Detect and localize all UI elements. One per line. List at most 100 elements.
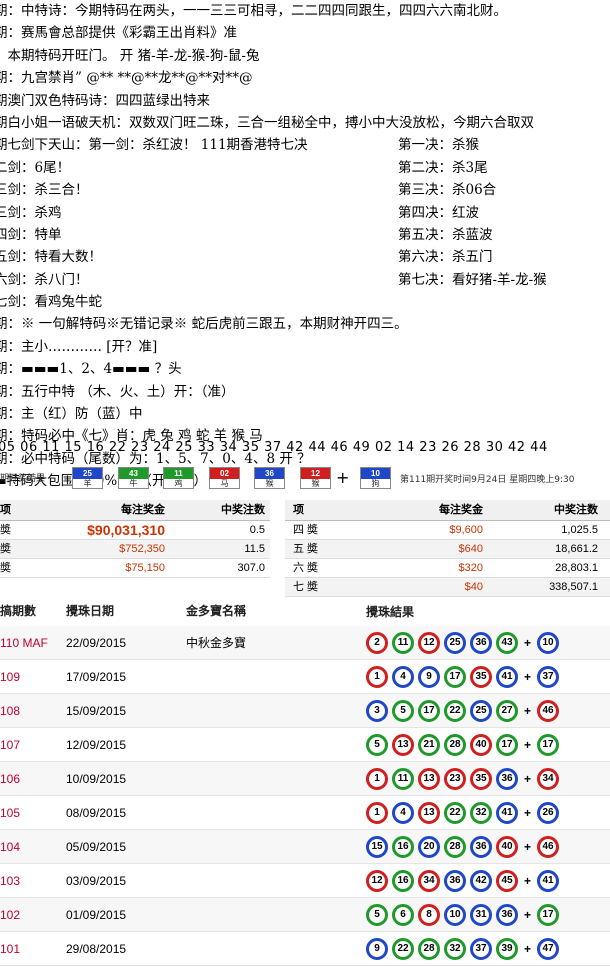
col-header-count: 中奖注数 [554, 504, 598, 516]
prediction-line: 期：主小………… [开？准] [0, 338, 158, 355]
prize-name: 奬 [0, 543, 11, 555]
prize-amount: $320 [458, 562, 483, 574]
result-ball: 9 [418, 665, 440, 688]
result-ball: 35 [470, 767, 492, 790]
history-row[interactable]: 109 17/09/2015 1 4 9 17 35 41 +37 [0, 660, 610, 694]
sword-line: 期七剑下天山：第一剑：杀红波！ 111期香港特七决 第一决：杀猴 [0, 134, 610, 156]
prediction-line: 期：※ 一句解特码※无错记录※ 蛇后虎前三跟五，本期财神开四三。 [0, 316, 408, 333]
col-header-draw: 搞期數 [0, 604, 37, 618]
draw-number-link[interactable]: 107 [0, 738, 66, 752]
draw-result-balls: 3 5 17 22 25 27 +46 [366, 699, 610, 722]
plus-sign: + [336, 468, 350, 487]
result-ball: 1 [366, 767, 388, 790]
history-row[interactable]: 106 10/09/2015 1 11 13 23 35 36 +34 [0, 762, 610, 796]
prize-row: 奬 $90,031,310 0.5 [0, 521, 270, 540]
result-ball: 22 [392, 937, 414, 960]
prize-table-left: 项 每注奖金 中奖注数 奬 $90,031,310 0.5 奬 $752,350 11.5… [0, 500, 270, 578]
draw-result-balls: 1 4 13 22 32 41 +26 [366, 801, 610, 824]
draw-date: 29/08/2015 [66, 941, 127, 956]
history-table-header: 搞期數 攪珠日期 金多寶名稱 攪珠結果 [0, 598, 610, 626]
draw-number-link[interactable]: 104 [0, 840, 66, 854]
result-ball: 13 [418, 801, 440, 824]
draw-number-link[interactable]: 102 [0, 908, 66, 922]
prize-table-header: 项 每注奖金 中奖注数 [0, 500, 270, 521]
col-header-result: 攪珠結果 [366, 605, 415, 619]
sword-line: 六剑：杀八门！ 第七决：看好猪-羊-龙-猴 [0, 269, 610, 291]
draw-date: 03/09/2015 [66, 873, 127, 888]
result-ball: 28 [444, 835, 466, 858]
result-ball: 2 [366, 631, 388, 654]
draw-ball: 02 马 [209, 467, 240, 489]
prize-name: 七 奬 [293, 581, 319, 593]
draw-number-link[interactable]: 106 [0, 772, 66, 786]
prize-name: 奬 [0, 562, 11, 574]
plus-sign: + [524, 771, 532, 786]
ball-number: 36 [255, 468, 284, 479]
history-row[interactable]: 103 03/09/2015 12 16 34 36 42 45 +41 [0, 864, 610, 898]
result-ball: 32 [470, 801, 492, 824]
prize-amount: $40 [464, 581, 483, 593]
draw-number-link[interactable]: 101 [0, 942, 66, 956]
draw-number-link[interactable]: 108 [0, 704, 66, 718]
sword-line-left: 期七剑下天山：第一剑：杀红波！ 111期香港特七决 [0, 137, 308, 154]
result-ball: 9 [366, 937, 388, 960]
draw-number-link[interactable]: 109 [0, 670, 66, 684]
history-row[interactable]: 108 15/09/2015 3 5 17 22 25 27 +46 [0, 694, 610, 728]
draw-number-link[interactable]: 103 [0, 874, 66, 888]
special-ball: 10 狗 [360, 467, 391, 489]
result-ball: 1 [366, 801, 388, 824]
draw-result-bar: 期开奖结果 25 羊 43 牛 11 鸡 02 马 36 猴 12 猴 10 狗 + 第111期开奖时间9… [0, 465, 610, 491]
draw-number-link[interactable]: 105 [0, 806, 66, 820]
draw-date: 15/09/2015 [66, 703, 127, 718]
result-ball: 21 [418, 733, 440, 756]
draw-number-link[interactable]: 110 MAF [0, 636, 66, 650]
result-ball: 16 [392, 869, 414, 892]
result-ball: 8 [418, 903, 440, 926]
prize-row: 奬 $752,350 11.5 [0, 540, 270, 559]
special-result-ball: 26 [537, 801, 560, 824]
ball-number: 25 [73, 468, 102, 479]
ball-number: 10 [361, 468, 390, 479]
prize-amount: $90,031,310 [87, 522, 165, 538]
draw-ball: 36 猴 [254, 467, 285, 489]
history-row[interactable]: 102 01/09/2015 5 6 8 10 31 36 +17 [0, 898, 610, 932]
draw-date: 10/09/2015 [66, 771, 127, 786]
sword-line-right: 第四决：红波 [398, 204, 479, 221]
history-row[interactable]: 107 12/09/2015 5 13 21 28 40 17 +17 [0, 728, 610, 762]
plus-sign: + [524, 941, 532, 956]
ball-zodiac: 猴 [265, 479, 274, 488]
prediction-line: 期澳门双色特码诗：四四蓝绿出特来 [0, 92, 210, 109]
prize-amount: $9,600 [449, 524, 483, 536]
ball-zodiac: 羊 [83, 479, 92, 488]
prediction-line: 期：中特诗：今期特码在两头，一一三三可相寻，二二四四同跟生，四四六六南北财。 [0, 3, 507, 19]
result-ball: 4 [392, 801, 414, 824]
draw-result-balls: 5 13 21 28 40 17 +17 [366, 733, 610, 756]
history-row[interactable]: 101 29/08/2015 9 22 28 32 37 39 +47 [0, 932, 610, 966]
result-ball: 10 [444, 903, 466, 926]
prediction-line: 期白小姐一语破天机：双数双门旺二珠，三合一组秘全中，搏小中大没放松，今期六合取双 [0, 114, 534, 131]
result-ball: 37 [470, 937, 492, 960]
history-row[interactable]: 105 08/09/2015 1 4 13 22 32 41 +26 [0, 796, 610, 830]
ball-zodiac: 猴 [311, 479, 320, 488]
draw-date: 12/09/2015 [66, 737, 127, 752]
history-row[interactable]: 104 05/09/2015 15 16 20 28 36 40 +46 [0, 830, 610, 864]
history-row[interactable]: 110 MAF 22/09/2015 中秋金多寶 2 11 12 25 36 43 +10 [0, 626, 610, 660]
result-ball: 45 [496, 869, 518, 892]
result-ball: 25 [470, 699, 492, 722]
result-ball: 4 [392, 665, 414, 688]
sword-line-right: 第六决：杀五门 [398, 249, 493, 266]
next-draw-info: 第111期开奖时间9月24日 星期四晚上9:30 [400, 475, 575, 485]
prize-table-right: 项 每注奖金 中奖注数 四 奬 $9,600 1,025.5 五 奬 $640 18,66… [285, 500, 610, 597]
sword-line: 四剑：特单 第五决：杀蓝波 [0, 224, 610, 246]
draw-date: 22/09/2015 [66, 635, 127, 650]
result-ball: 22 [444, 699, 466, 722]
ball-zodiac: 狗 [371, 479, 380, 488]
prize-count: 18,661.2 [555, 543, 598, 555]
special-result-ball: 17 [537, 903, 560, 926]
prize-amount: $75,150 [125, 562, 165, 574]
draw-ball: 12 猴 [300, 467, 331, 489]
draw-result-balls: 1 11 13 23 35 36 +34 [366, 767, 610, 790]
prize-count: 338,507.1 [549, 581, 598, 593]
result-ball: 35 [470, 665, 492, 688]
plus-sign: + [524, 635, 532, 650]
